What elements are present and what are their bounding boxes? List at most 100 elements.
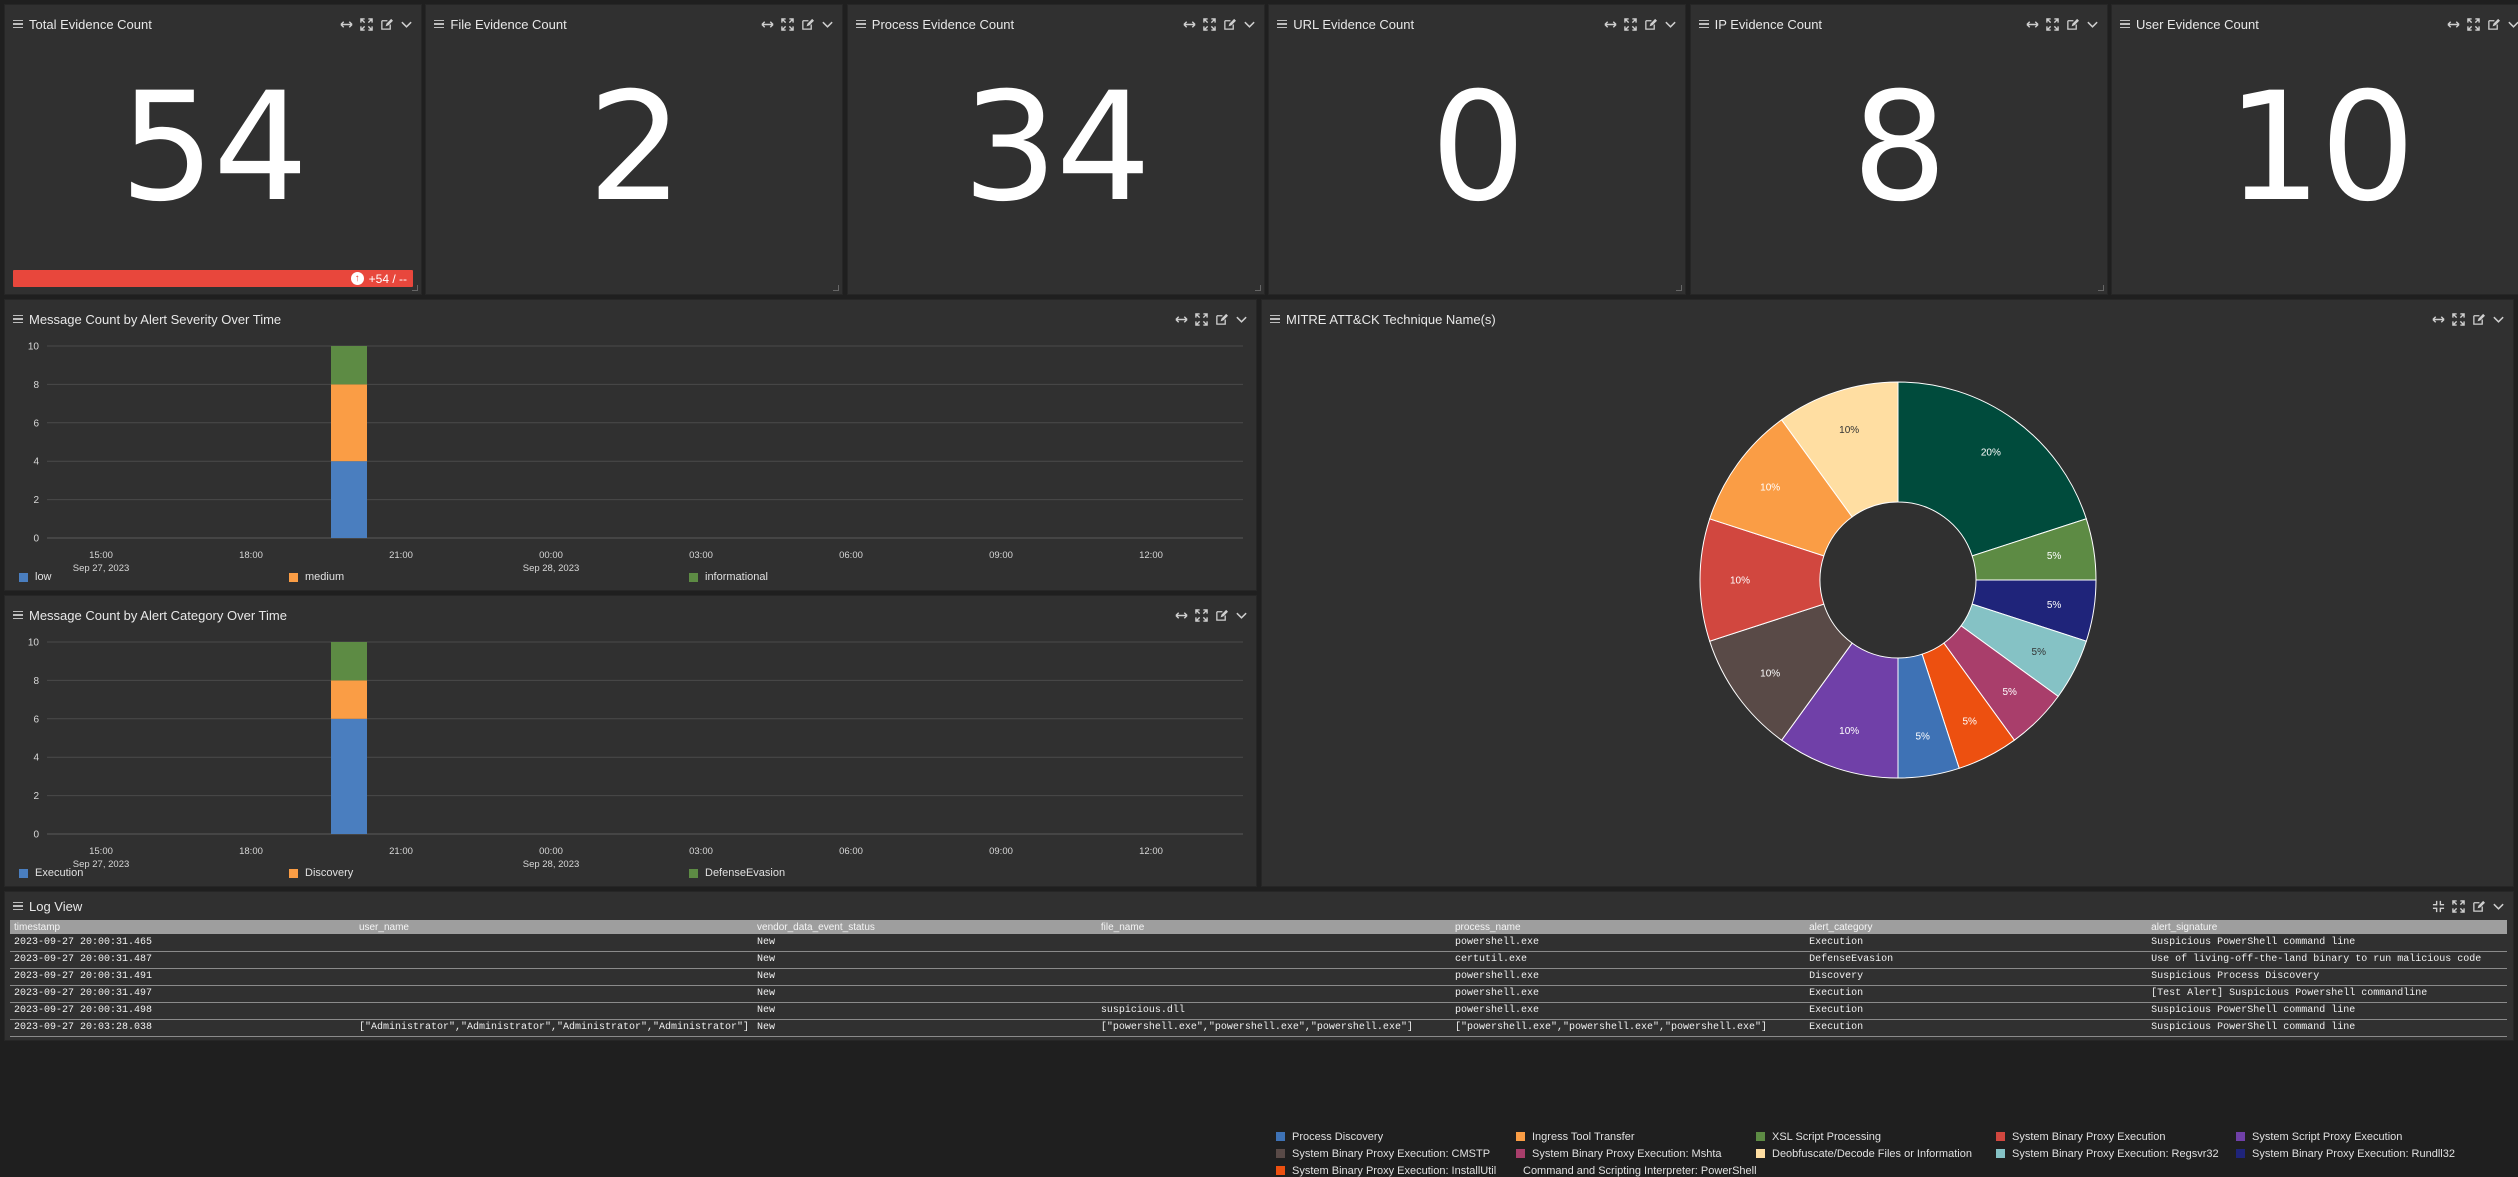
table-row[interactable]: 2023-09-27 20:03:28.038 ["Administrator",… bbox=[10, 1019, 2507, 1037]
fullscreen-icon[interactable] bbox=[2045, 17, 2059, 31]
resize-handle[interactable] bbox=[412, 285, 418, 291]
table-row[interactable]: 2023-09-27 20:00:31.487 New certutil.exe De… bbox=[10, 951, 2507, 969]
collapse-icon[interactable] bbox=[2432, 900, 2445, 913]
legend-item[interactable]: low bbox=[19, 571, 52, 583]
hamburger-icon[interactable] bbox=[434, 18, 445, 31]
fullscreen-icon[interactable] bbox=[360, 17, 373, 31]
legend-item[interactable]: System Binary Proxy Execution: Mshta bbox=[1516, 1147, 1756, 1160]
hamburger-icon[interactable] bbox=[2120, 18, 2130, 31]
legend-item[interactable]: Discovery bbox=[289, 867, 353, 879]
edit-icon[interactable] bbox=[801, 18, 815, 31]
chevron-down-icon[interactable] bbox=[2507, 18, 2518, 31]
move-horizontal-icon[interactable] bbox=[1604, 18, 1617, 31]
chevron-down-icon[interactable] bbox=[1664, 18, 1677, 31]
legend-item[interactable]: System Binary Proxy Execution: CMSTP bbox=[1276, 1147, 1516, 1160]
legend-label: Deobfuscate/Decode Files or Information bbox=[1772, 1147, 1972, 1160]
chevron-down-icon[interactable] bbox=[1235, 609, 1248, 622]
legend-item[interactable]: System Binary Proxy Execution: Rundll32 bbox=[2236, 1147, 2476, 1160]
chevron-down-icon[interactable] bbox=[1243, 18, 1256, 31]
move-horizontal-icon[interactable] bbox=[1175, 313, 1188, 326]
edit-icon[interactable] bbox=[1223, 18, 1236, 31]
table-row[interactable]: 2023-09-27 20:00:31.497 New powershell.exe… bbox=[10, 985, 2507, 1003]
edit-icon[interactable] bbox=[380, 18, 393, 31]
legend-label: Discovery bbox=[305, 867, 354, 879]
hamburger-icon[interactable] bbox=[1277, 18, 1288, 31]
edit-icon[interactable] bbox=[2066, 18, 2079, 31]
chevron-down-icon[interactable] bbox=[2492, 313, 2505, 326]
legend-item[interactable]: System Binary Proxy Execution bbox=[1996, 1130, 2236, 1143]
legend-item[interactable]: System Binary Proxy Execution: InstallUt… bbox=[1276, 1164, 1516, 1177]
edit-icon[interactable] bbox=[2487, 18, 2500, 31]
resize-handle[interactable] bbox=[2097, 285, 2104, 291]
edit-icon[interactable] bbox=[1215, 313, 1228, 326]
panel-toolbar bbox=[340, 14, 413, 34]
legend-swatch bbox=[1276, 1166, 1285, 1175]
edit-icon[interactable] bbox=[2472, 313, 2485, 326]
resize-handle[interactable] bbox=[833, 285, 840, 291]
chevron-down-icon[interactable] bbox=[400, 18, 413, 31]
legend-item[interactable]: Process Discovery bbox=[1276, 1130, 1516, 1143]
fullscreen-icon[interactable] bbox=[1203, 17, 1216, 31]
move-horizontal-icon[interactable] bbox=[2447, 18, 2460, 31]
move-horizontal-icon[interactable] bbox=[761, 18, 774, 31]
move-horizontal-icon[interactable] bbox=[1175, 609, 1188, 622]
column-header[interactable]: vendor_data_event_status bbox=[753, 920, 1097, 934]
move-horizontal-icon[interactable] bbox=[1183, 18, 1196, 31]
fullscreen-icon[interactable] bbox=[781, 17, 795, 31]
legend-item[interactable]: XSL Script Processing bbox=[1756, 1130, 1996, 1143]
hamburger-icon[interactable] bbox=[13, 313, 23, 326]
resize-handle[interactable] bbox=[1254, 285, 1261, 291]
table-cell: ["powershell.exe","powershell.exe","powe… bbox=[1096, 1019, 1451, 1037]
column-header[interactable]: alert_signature bbox=[2147, 920, 2507, 934]
column-header[interactable]: timestamp bbox=[10, 920, 355, 934]
bar-segment bbox=[331, 680, 367, 719]
fullscreen-icon[interactable] bbox=[1624, 17, 1637, 31]
hamburger-icon[interactable] bbox=[855, 18, 866, 31]
resize-handle[interactable] bbox=[1676, 285, 1683, 291]
hamburger-icon[interactable] bbox=[13, 18, 23, 31]
chevron-down-icon[interactable] bbox=[1235, 313, 1248, 326]
fullscreen-icon[interactable] bbox=[1195, 312, 1208, 326]
hamburger-icon[interactable] bbox=[13, 900, 23, 913]
legend-item[interactable]: Ingress Tool Transfer bbox=[1516, 1130, 1756, 1143]
legend-item[interactable]: informational bbox=[689, 571, 768, 583]
legend-item[interactable]: Execution bbox=[19, 867, 83, 879]
move-horizontal-icon[interactable] bbox=[2432, 313, 2445, 326]
move-horizontal-icon[interactable] bbox=[340, 18, 353, 31]
fullscreen-icon[interactable] bbox=[1195, 608, 1208, 622]
legend-swatch bbox=[1276, 1132, 1285, 1141]
fullscreen-icon[interactable] bbox=[2452, 899, 2465, 913]
panel-toolbar bbox=[1604, 14, 1677, 34]
hamburger-icon[interactable] bbox=[13, 609, 23, 622]
move-horizontal-icon[interactable] bbox=[2026, 18, 2039, 31]
chevron-down-icon[interactable] bbox=[2086, 18, 2099, 31]
legend-item[interactable]: System Binary Proxy Execution: Regsvr32 bbox=[1996, 1147, 2236, 1160]
chevron-down-icon[interactable] bbox=[2492, 900, 2505, 913]
hamburger-icon[interactable] bbox=[1698, 18, 1709, 31]
edit-icon[interactable] bbox=[1644, 18, 1658, 31]
chevron-down-icon[interactable] bbox=[821, 18, 834, 31]
y-tick-label: 4 bbox=[33, 753, 39, 764]
column-header[interactable]: file_name bbox=[1096, 920, 1451, 934]
legend-swatch bbox=[289, 572, 298, 582]
column-header[interactable]: alert_category bbox=[1805, 920, 2148, 934]
legend-item[interactable]: Deobfuscate/Decode Files or Information bbox=[1756, 1147, 1996, 1160]
table-row[interactable]: 2023-09-27 20:00:31.465 New powershell.exe… bbox=[10, 934, 2507, 952]
hamburger-icon[interactable] bbox=[1270, 313, 1280, 326]
fullscreen-icon[interactable] bbox=[2452, 312, 2465, 326]
fullscreen-icon[interactable] bbox=[2467, 17, 2480, 31]
column-header[interactable]: process_name bbox=[1450, 920, 1806, 934]
table-row[interactable]: 2023-09-27 20:00:31.491 New powershell.exe… bbox=[10, 968, 2507, 986]
stat-value: 54 bbox=[119, 61, 309, 235]
edit-icon[interactable] bbox=[2472, 900, 2485, 913]
column-header[interactable]: user_name bbox=[354, 920, 754, 934]
legend-item[interactable]: DefenseEvasion bbox=[689, 867, 785, 879]
table-row[interactable]: 2023-09-27 20:00:31.498 New suspicious.dll… bbox=[10, 1002, 2507, 1020]
edit-icon[interactable] bbox=[1215, 609, 1228, 622]
legend-label: System Binary Proxy Execution: Mshta bbox=[1532, 1147, 1722, 1160]
category-chart: 0 2 4 6 8 10 15:00 18:00 21:00 00:00 03:00 06:00 09:… bbox=[28, 638, 1243, 870]
legend-item[interactable]: medium bbox=[289, 571, 344, 583]
legend-item[interactable]: System Script Proxy Execution bbox=[2236, 1130, 2476, 1143]
slice-label: 10% bbox=[1760, 483, 1780, 494]
legend-item[interactable]: Command and Scripting Interpreter: Power… bbox=[1516, 1164, 1757, 1177]
